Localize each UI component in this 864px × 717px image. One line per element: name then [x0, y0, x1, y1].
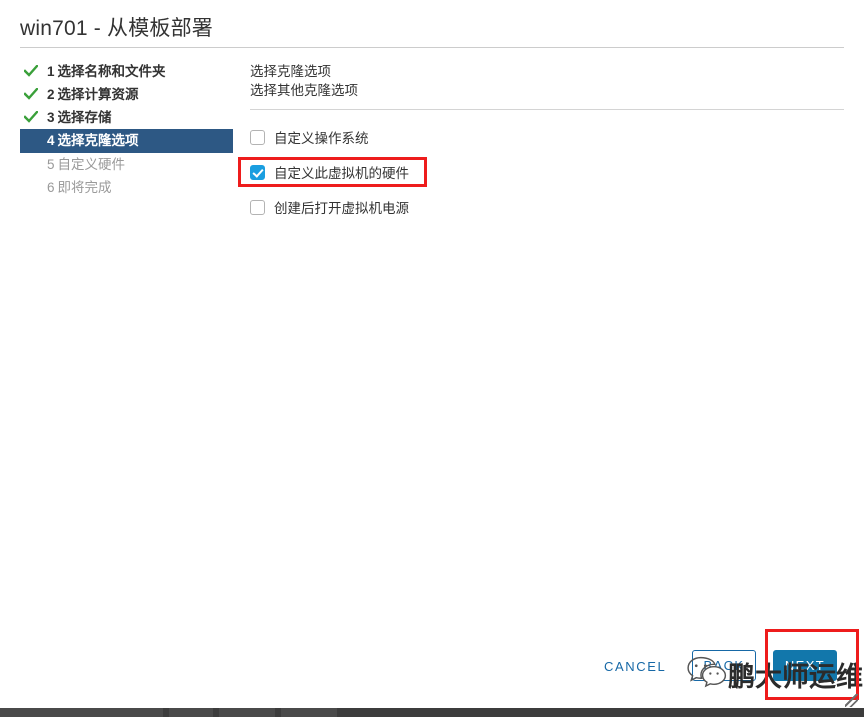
- step-number: 5: [47, 157, 55, 172]
- check-icon: [24, 106, 40, 129]
- clone-options-group: 自定义操作系统 自定义此虚拟机的硬件 创建后打开虚拟机电源: [250, 125, 844, 219]
- sidebar-item-select-name-folder[interactable]: 1 选择名称和文件夹: [20, 60, 234, 83]
- sidebar-item-ready-to-complete[interactable]: 6 即将完成: [20, 176, 234, 199]
- cancel-button[interactable]: CANCEL: [604, 659, 666, 674]
- step-number: 4: [47, 133, 55, 148]
- title-divider: [20, 47, 844, 48]
- check-icon: [24, 60, 40, 83]
- next-button[interactable]: NEXT: [773, 650, 837, 681]
- content-divider: [250, 109, 844, 110]
- step-label: 自定义硬件: [57, 157, 126, 172]
- check-icon: [24, 83, 40, 106]
- checkbox-customize-operating-system[interactable]: [250, 129, 265, 145]
- step-number: 2: [47, 87, 55, 102]
- step-label: 选择克隆选项: [57, 133, 139, 148]
- wizard-step-list: 1 选择名称和文件夹 2 选择计算资源 3 选择存储 4 选择克隆选项 5 自定义硬件 6…: [20, 60, 234, 199]
- checkbox-customize-this-vms-hardware[interactable]: [250, 164, 265, 180]
- step-label: 即将完成: [57, 180, 112, 195]
- option-label: 自定义此虚拟机的硬件: [274, 166, 409, 181]
- sidebar-item-select-storage[interactable]: 3 选择存储: [20, 106, 234, 129]
- option-customize-operating-system[interactable]: 自定义操作系统: [250, 125, 844, 149]
- step-label: 选择计算资源: [57, 87, 139, 102]
- step-label: 选择存储: [57, 110, 112, 125]
- resize-grip-icon[interactable]: [845, 694, 858, 707]
- sidebar-item-select-compute-resource[interactable]: 2 选择计算资源: [20, 83, 234, 106]
- wizard-footer: CANCEL BACK NEXT: [0, 648, 864, 692]
- step-number: 1: [47, 64, 55, 79]
- step-label: 选择名称和文件夹: [57, 64, 166, 79]
- content-heading: 选择克隆选项: [250, 64, 331, 79]
- step-number: 3: [47, 110, 55, 125]
- option-label: 自定义操作系统: [274, 131, 369, 146]
- step-number: 6: [47, 180, 55, 195]
- sidebar-item-select-clone-options[interactable]: 4 选择克隆选项: [20, 129, 233, 153]
- sidebar-item-customize-hardware[interactable]: 5 自定义硬件: [20, 153, 234, 176]
- option-label: 创建后打开虚拟机电源: [274, 201, 409, 216]
- deploy-from-template-wizard: win701 - 从模板部署 1 选择名称和文件夹 2 选择计算资源 3 选择存储 4…: [0, 0, 864, 708]
- content-subheading: 选择其他克隆选项: [250, 83, 358, 98]
- bottom-chrome-bar: [0, 708, 864, 717]
- back-button[interactable]: BACK: [692, 650, 756, 681]
- wizard-content-pane: 选择克隆选项 选择其他克隆选项 自定义操作系统 自定义此虚拟机的硬件 创建后打开…: [250, 62, 844, 230]
- option-customize-this-vms-hardware[interactable]: 自定义此虚拟机的硬件: [250, 160, 844, 184]
- checkbox-power-on-vm-after-creation[interactable]: [250, 199, 265, 215]
- option-power-on-vm-after-creation[interactable]: 创建后打开虚拟机电源: [250, 195, 844, 219]
- page-title: win701 - 从模板部署: [20, 17, 214, 40]
